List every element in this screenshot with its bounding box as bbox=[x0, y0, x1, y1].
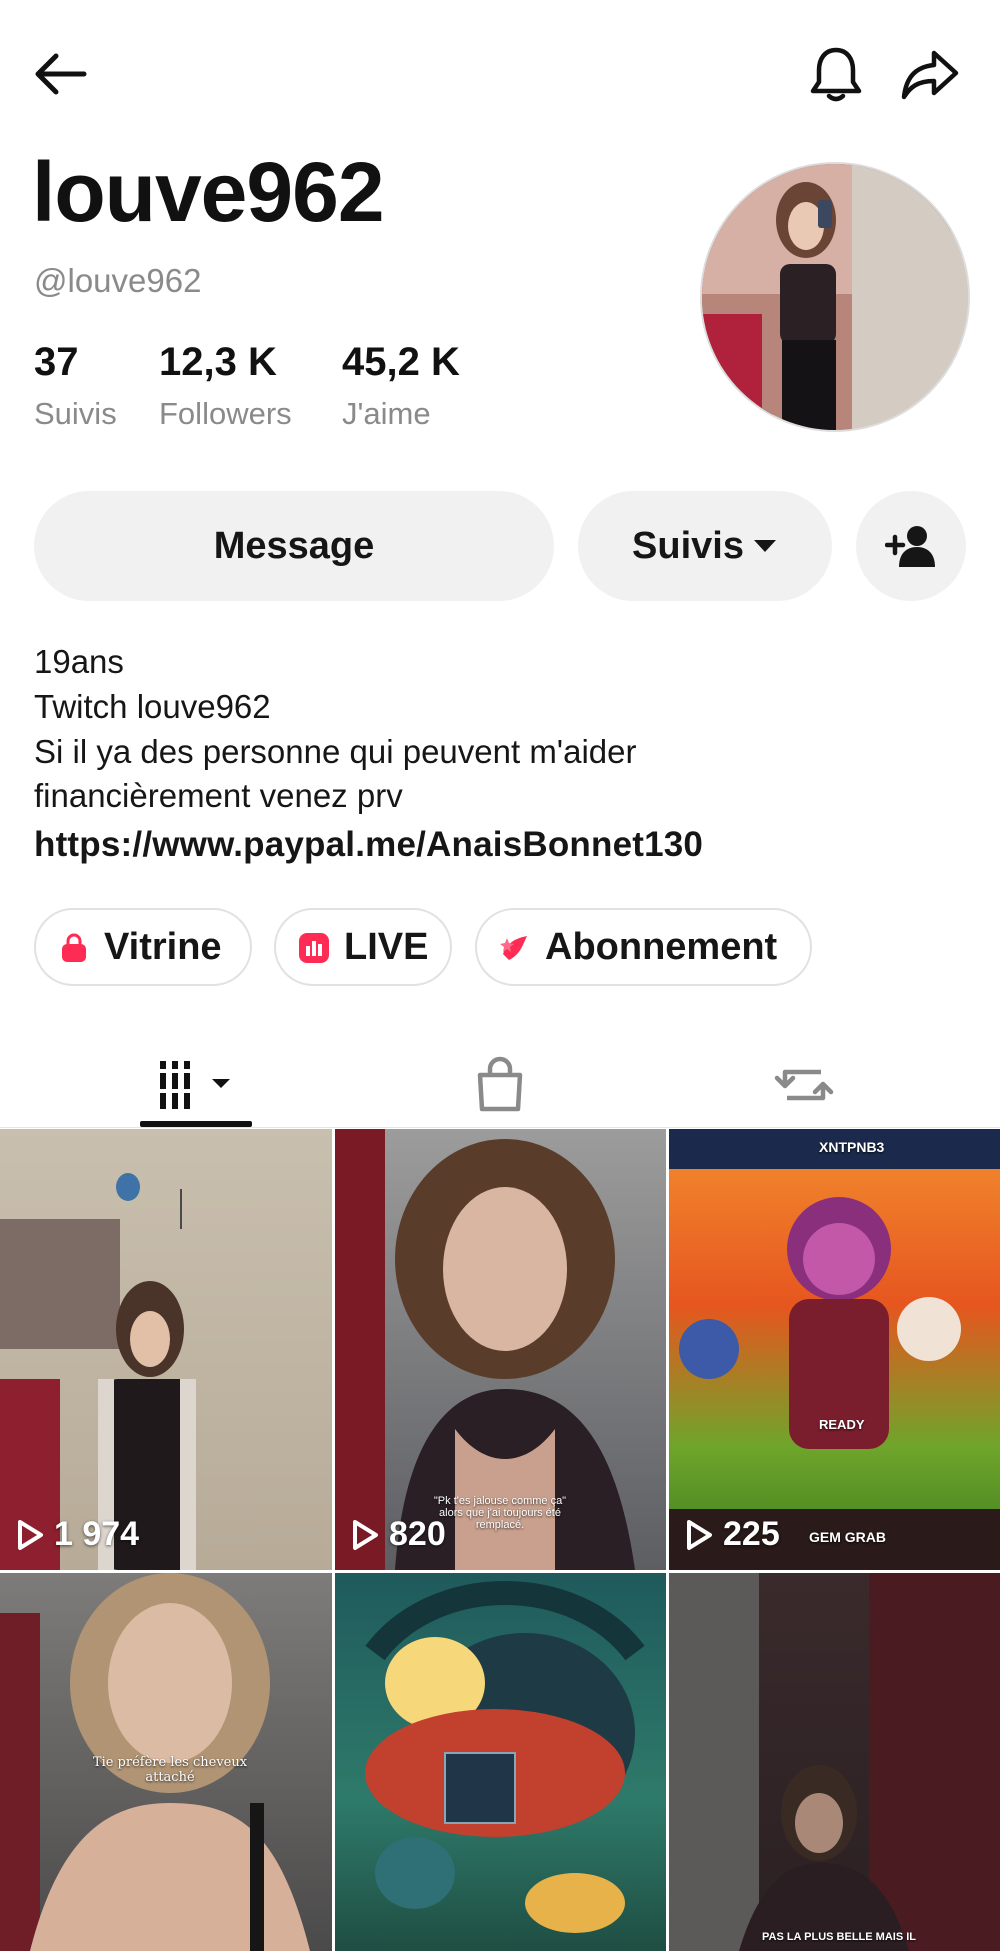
stat-label: J'aime bbox=[342, 396, 431, 431]
live-icon bbox=[298, 931, 330, 963]
play-icon bbox=[351, 1519, 389, 1551]
add-user-button[interactable] bbox=[856, 491, 966, 601]
add-user-icon bbox=[885, 523, 937, 569]
following-dropdown-button[interactable]: Suivis bbox=[578, 491, 832, 601]
bio-line: 19ans bbox=[34, 643, 124, 680]
caret-down-icon bbox=[752, 538, 778, 554]
bell-icon[interactable] bbox=[806, 44, 866, 104]
chip-label: Abonnement bbox=[545, 925, 778, 968]
tab-shop[interactable] bbox=[460, 1040, 540, 1130]
view-count: 820 bbox=[351, 1515, 446, 1554]
play-icon bbox=[16, 1519, 54, 1551]
stat-value: 45,2 K bbox=[342, 340, 460, 384]
view-count: 1 974 bbox=[16, 1515, 139, 1554]
showcase-chip[interactable]: Vitrine bbox=[34, 908, 252, 986]
tab-videos[interactable] bbox=[140, 1040, 252, 1130]
video-thumbnail[interactable]: PAS LA PLUS BELLE MAIS IL bbox=[669, 1573, 1000, 1951]
grid-videos-icon bbox=[154, 1057, 238, 1113]
chip-label: Vitrine bbox=[104, 925, 222, 968]
display-name: louve962 bbox=[32, 145, 385, 239]
share-arrow-icon[interactable] bbox=[900, 44, 960, 104]
live-chip[interactable]: LIVE bbox=[274, 908, 452, 986]
bio-line: financièrement venez prv bbox=[34, 777, 403, 814]
view-count: 225 bbox=[685, 1515, 780, 1554]
repost-icon bbox=[773, 1056, 835, 1114]
message-button[interactable]: Message bbox=[34, 491, 554, 601]
team-code: XNTPNB3 bbox=[819, 1139, 885, 1155]
shopping-bag-icon bbox=[472, 1055, 528, 1115]
play-icon bbox=[685, 1519, 723, 1551]
ready-label: READY bbox=[819, 1417, 865, 1432]
video-caption: "Pk t'es jalouse comme ça" alors que j'a… bbox=[433, 1495, 567, 1531]
bio-line: Twitch louve962 bbox=[34, 688, 271, 725]
subscription-star-icon bbox=[499, 931, 531, 963]
stat-value: 12,3 K bbox=[159, 340, 277, 384]
following-label: Suivis bbox=[632, 524, 744, 567]
shopping-bag-icon bbox=[58, 931, 90, 963]
video-thumbnail[interactable]: 1 974 bbox=[0, 1129, 332, 1570]
subscription-chip[interactable]: Abonnement bbox=[475, 908, 812, 986]
video-thumbnail[interactable]: "Pk t'es jalouse comme ça" alors que j'a… bbox=[335, 1129, 666, 1570]
video-thumbnail[interactable] bbox=[335, 1573, 666, 1951]
stat-value: 37 bbox=[34, 340, 79, 384]
video-caption: Tie préfère les cheveux attaché bbox=[92, 1755, 248, 1785]
video-thumbnail[interactable]: XNTPNB3 READY GEM GRAB 225 bbox=[669, 1129, 1000, 1570]
chip-label: LIVE bbox=[344, 925, 429, 968]
back-icon[interactable] bbox=[30, 44, 90, 104]
video-caption: PAS LA PLUS BELLE MAIS IL bbox=[761, 1931, 916, 1943]
game-mode: GEM GRAB bbox=[809, 1529, 886, 1545]
tab-reposts[interactable] bbox=[764, 1040, 844, 1130]
stat-followers[interactable]: 12,3 K Followers bbox=[159, 342, 292, 432]
stat-likes[interactable]: 45,2 K J'aime bbox=[342, 342, 460, 432]
stat-label: Suivis bbox=[34, 396, 117, 431]
username-handle: @louve962 bbox=[34, 262, 202, 299]
divider bbox=[0, 1127, 1000, 1128]
avatar[interactable] bbox=[700, 162, 970, 432]
bio-line: Si il ya des personne qui peuvent m'aide… bbox=[34, 733, 637, 770]
video-thumbnail[interactable]: Tie préfère les cheveux attaché bbox=[0, 1573, 332, 1951]
bio-link[interactable]: https://www.paypal.me/AnaisBonnet130 bbox=[34, 825, 703, 865]
stat-following[interactable]: 37 Suivis bbox=[34, 342, 117, 432]
stat-label: Followers bbox=[159, 396, 292, 431]
